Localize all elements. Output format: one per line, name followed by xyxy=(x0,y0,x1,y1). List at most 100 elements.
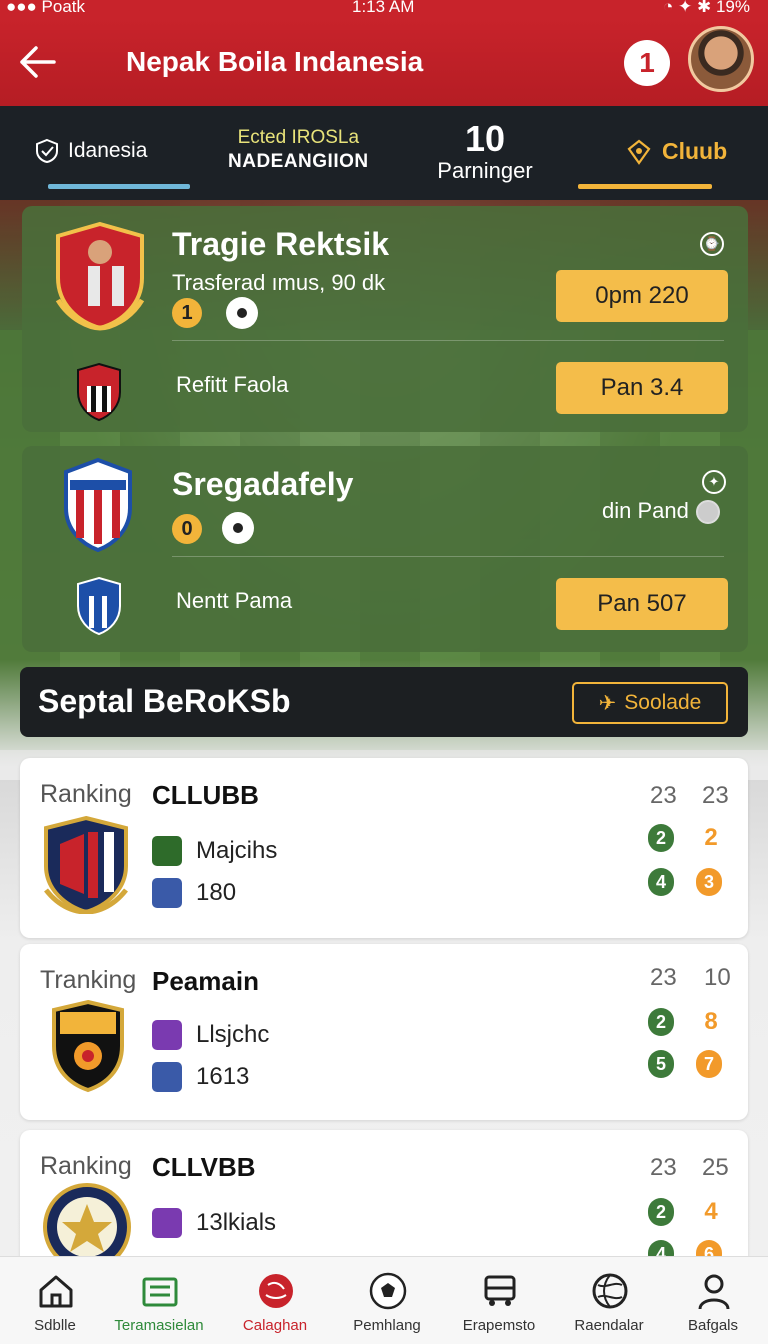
page-title: Nepak Boila Indanesia xyxy=(126,46,424,77)
club-name: Peamain xyxy=(152,966,259,996)
section-header: Septal BeRoKSb ✈ Soolade xyxy=(20,667,748,737)
odds-button-away[interactable]: Pan 3.4 xyxy=(556,362,728,414)
odds-button-away[interactable]: Pan 507 xyxy=(556,578,728,630)
carrier-text: ●●● Poatk xyxy=(6,0,85,16)
home-score: 1 xyxy=(172,298,202,328)
back-arrow-icon xyxy=(20,46,56,78)
rank-number: 10 xyxy=(704,964,731,991)
rank-number: 23 xyxy=(650,782,677,809)
stat-label: 13lkials xyxy=(196,1209,277,1236)
ranking-card[interactable]: Tranking Peamain Llsjchc 1613 23 10 2 8 … xyxy=(20,944,748,1120)
stat-value: 1613 xyxy=(196,1063,250,1090)
schedule-button[interactable]: ✈ Soolade xyxy=(572,682,728,724)
status-bar: ●●● Poatk 1:13 AM ◔ ✦ ✱ 19% xyxy=(0,0,768,18)
stat-row: 1613 xyxy=(152,1062,249,1092)
home-team-name: Sregadafely xyxy=(172,466,354,502)
ball-red-icon xyxy=(259,1274,293,1308)
side-note: din Pand xyxy=(602,498,689,523)
club-badge-icon xyxy=(627,139,651,165)
nav-label: Raendalar xyxy=(574,1317,644,1334)
stat-square-icon xyxy=(152,836,182,866)
radio-icon[interactable] xyxy=(696,500,720,524)
user-icon xyxy=(698,1274,730,1310)
tab-indonesia[interactable]: Idanesia xyxy=(34,138,147,164)
tab-league-line2: NADEANGIION xyxy=(228,151,369,172)
rank-pill: 2 xyxy=(648,824,674,852)
nav-item-calaghan[interactable]: Calaghan xyxy=(220,1257,330,1344)
notification-badge[interactable]: 1 xyxy=(624,40,670,86)
match-status: Trasferad ımus, 90 dk xyxy=(172,270,386,295)
plane-icon: ✈ xyxy=(598,691,617,715)
clock: 1:13 AM xyxy=(352,0,415,16)
stat-row: Majcihs xyxy=(152,836,277,866)
home-score: 0 xyxy=(172,514,202,544)
globe-icon xyxy=(592,1273,628,1309)
ranking-label: Ranking xyxy=(40,780,132,808)
tab-league[interactable]: Ected IROSLa NADEANGIION xyxy=(228,126,369,174)
rank-pill: 2 xyxy=(704,824,718,851)
wifi-icon: ◔ ✦ ✱ xyxy=(663,0,716,16)
rank-number: 25 xyxy=(702,1154,729,1181)
match-card[interactable]: Tragie Rektsik Trasferad ımus, 90 dk 1 ⌚… xyxy=(22,206,748,432)
app-header: Nepak Boila Indanesia 1 xyxy=(0,18,768,106)
rank-pill: 5 xyxy=(648,1050,674,1078)
ranking-card[interactable]: Ranking CLLUBB Majcihs 180 23 23 2 2 4 3 xyxy=(20,758,748,938)
club-name: CLLUBB xyxy=(152,780,259,810)
nav-item-home[interactable]: Sdblle xyxy=(0,1257,110,1344)
rank-number: 23 xyxy=(650,1154,677,1181)
tab-club[interactable]: Cluub xyxy=(626,138,727,165)
tab-club-indicator xyxy=(578,184,712,189)
compass-icon[interactable]: ✦ xyxy=(702,470,726,494)
tab-indonesia-label: Idanesia xyxy=(68,139,148,162)
stat-row: 180 xyxy=(152,878,236,908)
tab-players[interactable]: 10 Parninger xyxy=(430,118,540,184)
bus-icon xyxy=(484,1275,516,1306)
rank-pill: 4 xyxy=(648,868,674,896)
team-crest-icon xyxy=(55,221,145,331)
stat-row: Llsjchc xyxy=(152,1020,269,1050)
clock-icon[interactable]: ⌚ xyxy=(700,232,724,256)
away-team-crest-icon xyxy=(77,362,121,422)
nav-item-list[interactable]: Teramasielan xyxy=(104,1257,214,1344)
stat-value: 180 xyxy=(196,879,237,906)
nav-item-transport[interactable]: Erapemsto xyxy=(444,1257,554,1344)
rank-number: 23 xyxy=(650,964,677,991)
rank-pill: 2 xyxy=(648,1008,674,1036)
stat-square-icon xyxy=(152,1020,182,1050)
club-crest-icon xyxy=(44,815,128,914)
list-icon xyxy=(142,1277,178,1307)
nav-label: Sdblle xyxy=(34,1317,76,1334)
nav-label: Bafgals xyxy=(687,1317,739,1334)
bottom-nav: Sdblle Teramasielan Calaghan Pemhlang Er… xyxy=(0,1256,768,1344)
rank-pill: 3 xyxy=(696,868,722,896)
ranking-label: Ranking xyxy=(40,1152,132,1180)
nav-label: Pemhlang xyxy=(353,1317,421,1334)
nav-item-match[interactable]: Pemhlang xyxy=(332,1257,442,1344)
nav-item-profile[interactable]: Bafgals xyxy=(658,1257,768,1344)
away-team-name: Nentt Pama xyxy=(176,588,293,613)
club-name: CLLVBB xyxy=(152,1152,256,1182)
away-team-name: Refitt Faola xyxy=(176,372,289,397)
divider xyxy=(172,556,724,557)
tab-league-line1: Ected IROSLa xyxy=(237,127,360,148)
ranking-label: Tranking xyxy=(40,966,137,994)
status-icons: ◔ ✦ ✱ 19% xyxy=(663,0,750,17)
avatar[interactable] xyxy=(688,26,754,92)
back-button[interactable] xyxy=(16,40,60,84)
check-shield-icon xyxy=(152,878,182,908)
shield-check-icon xyxy=(36,138,58,164)
nav-label: Calaghan xyxy=(242,1317,308,1334)
nav-label: Erapemsto xyxy=(462,1317,536,1334)
rank-pill: 8 xyxy=(704,1008,718,1035)
away-team-crest-icon xyxy=(77,576,121,636)
club-crest-icon xyxy=(52,999,124,1093)
tab-indicator xyxy=(48,184,190,189)
odds-button-home[interactable]: 0pm 220 xyxy=(556,270,728,322)
home-team-name: Tragie Rektsik xyxy=(172,226,389,262)
section-title: Septal BeRoKSb xyxy=(38,683,291,719)
home-icon xyxy=(39,1275,73,1308)
nav-item-calendar[interactable]: Raendalar xyxy=(554,1257,664,1344)
schedule-button-label: Soolade xyxy=(624,691,702,714)
match-card[interactable]: Sregadafely 0 ✦ din Pand Nentt Pama Pan … xyxy=(22,446,748,652)
tab-players-label: Parninger xyxy=(437,158,533,183)
